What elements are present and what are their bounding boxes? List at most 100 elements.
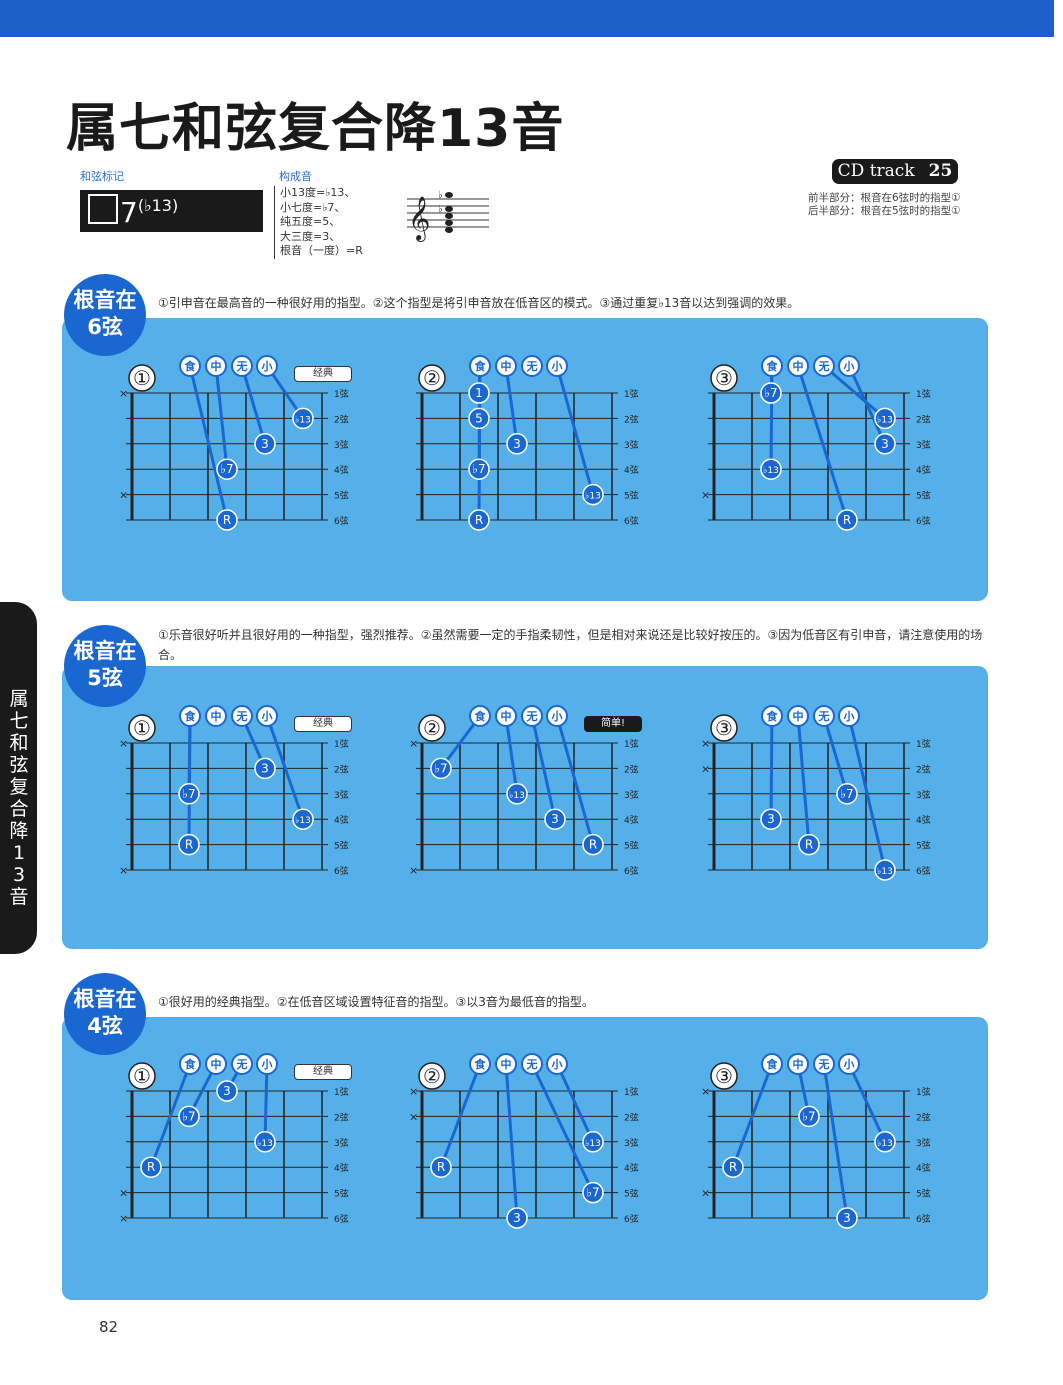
finger-indicator: 无 bbox=[231, 1053, 253, 1075]
finger-indicator: 中 bbox=[205, 355, 227, 377]
note-dot: ♭13 bbox=[582, 483, 604, 506]
finger-connector bbox=[847, 365, 887, 445]
svg-text:R: R bbox=[475, 513, 483, 527]
chord-diagram: ③ 1弦 2弦 3弦 4弦 5弦 6弦 × × 食中 无小 ♭7 3 R ♭13 bbox=[694, 680, 964, 890]
string-label: 1弦 bbox=[334, 1086, 349, 1098]
diagram-number: ① bbox=[128, 364, 156, 392]
finger-indicator: 小 bbox=[546, 1053, 568, 1075]
svg-text:中: 中 bbox=[211, 359, 222, 373]
svg-text:R: R bbox=[589, 838, 597, 852]
finger-indicator: 小 bbox=[546, 705, 568, 727]
string-label: 6弦 bbox=[916, 1213, 931, 1225]
string-label: 1弦 bbox=[334, 388, 349, 400]
mute-mark: × bbox=[119, 737, 128, 750]
svg-text:♭7: ♭7 bbox=[182, 787, 195, 801]
badge-line: 根音在 bbox=[73, 639, 137, 663]
note-dot: R bbox=[582, 833, 604, 856]
svg-text:5: 5 bbox=[475, 411, 483, 425]
string-label: 5弦 bbox=[916, 490, 931, 502]
string-label: 1弦 bbox=[334, 738, 349, 750]
finger-connector bbox=[214, 365, 229, 470]
svg-text:食: 食 bbox=[475, 709, 487, 723]
finger-connector bbox=[555, 365, 595, 496]
string-label: 4弦 bbox=[916, 464, 931, 476]
svg-text:中: 中 bbox=[501, 1057, 512, 1071]
tone-item: 小13度=♭13、 bbox=[280, 186, 356, 199]
finger-indicator: 中 bbox=[205, 1053, 227, 1075]
chord-diagram: ① 1弦 2弦 3弦 4弦 5弦 6弦 × × 食中 无小 3 ♭7 ♭13 R 经典 bbox=[112, 680, 382, 890]
note-dot: 3 bbox=[254, 757, 276, 780]
note-dot: 3 bbox=[544, 808, 566, 830]
mute-mark: × bbox=[701, 737, 710, 750]
mute-mark: × bbox=[409, 1110, 418, 1123]
svg-text:无: 无 bbox=[236, 360, 248, 373]
note-dot: ♭7 bbox=[582, 1181, 604, 1204]
finger-indicator: 小 bbox=[546, 355, 568, 377]
svg-text:♭: ♭ bbox=[438, 204, 443, 215]
svg-text:1: 1 bbox=[475, 386, 483, 400]
svg-text:♭7: ♭7 bbox=[840, 787, 853, 801]
note-dot: 3 bbox=[506, 1207, 528, 1229]
note-dot: 3 bbox=[506, 433, 528, 455]
finger-connector bbox=[263, 1063, 269, 1142]
finger-connector bbox=[769, 365, 774, 470]
svg-text:中: 中 bbox=[501, 359, 512, 373]
page-title: 属七和弦复合降13音 bbox=[66, 99, 565, 159]
mute-mark: × bbox=[701, 762, 710, 775]
cd-note-line: 前半部分：根音在6弦时的指型① bbox=[808, 192, 961, 204]
svg-text:①: ① bbox=[133, 716, 151, 740]
tone-item: 大三度=3、 bbox=[280, 229, 341, 243]
section-description: ①很好用的经典指型。②在低音区域设置特征音的指型。③以3音为最低音的指型。 bbox=[158, 995, 594, 1009]
note-dot: ♭13 bbox=[292, 407, 314, 430]
string-label: 1弦 bbox=[916, 388, 931, 400]
note-dot: ♭7 bbox=[468, 458, 490, 480]
note-dot: R bbox=[430, 1156, 452, 1178]
svg-text:小: 小 bbox=[551, 359, 563, 373]
diagram-number: ① bbox=[128, 1062, 156, 1090]
section-description: ①乐音很好听并且很好用的一种指型，强烈推荐。②虽然需要一定的手指柔韧性，但是相对… bbox=[158, 628, 983, 662]
svg-text:无: 无 bbox=[818, 710, 830, 723]
diagram-number: ② bbox=[418, 1062, 446, 1090]
svg-text:中: 中 bbox=[211, 1057, 222, 1071]
string-label: 2弦 bbox=[624, 1111, 639, 1123]
svg-text:②: ② bbox=[423, 366, 441, 390]
svg-text:♭13: ♭13 bbox=[257, 1139, 273, 1149]
chord-symbol: 7(♭13) bbox=[88, 194, 178, 229]
string-label: 6弦 bbox=[334, 515, 349, 527]
music-staff-notation: 𝄞 ♭ ♭ bbox=[407, 190, 489, 242]
string-label: 6弦 bbox=[916, 865, 931, 877]
finger-indicator: 食 bbox=[469, 355, 491, 377]
string-label: 3弦 bbox=[624, 1137, 639, 1149]
finger-indicator: 食 bbox=[469, 1053, 491, 1075]
string-label: 6弦 bbox=[334, 865, 349, 877]
fretboard-svg: ② 1弦 2弦 3弦 4弦 5弦 6弦 × × 食中 无小 ♭13 R ♭7 3 bbox=[409, 1053, 639, 1229]
diagram-number: ③ bbox=[710, 714, 738, 742]
note-dot: ♭13 bbox=[254, 1131, 276, 1153]
svg-text:③: ③ bbox=[715, 1064, 733, 1088]
string-label: 1弦 bbox=[916, 738, 931, 750]
svg-text:R: R bbox=[185, 838, 193, 852]
note-dot: 3 bbox=[216, 1080, 238, 1102]
svg-text:♭7: ♭7 bbox=[182, 1109, 195, 1123]
note-dot: ♭13 bbox=[506, 783, 528, 805]
string-label: 4弦 bbox=[916, 814, 931, 826]
string-label: 6弦 bbox=[624, 865, 639, 877]
string-label: 4弦 bbox=[916, 1162, 931, 1174]
svg-text:无: 无 bbox=[818, 360, 830, 373]
mute-mark: × bbox=[701, 489, 710, 502]
string-label: 2弦 bbox=[334, 413, 349, 425]
string-label: 1弦 bbox=[624, 388, 639, 400]
svg-text:食: 食 bbox=[767, 709, 779, 723]
string-label: 5弦 bbox=[334, 840, 349, 852]
finger-indicator: 无 bbox=[813, 1053, 835, 1075]
cd-notes: 前半部分：根音在6弦时的指型① 后半部分：根音在5弦时的指型① bbox=[808, 192, 961, 218]
diagram-number: ① bbox=[128, 714, 156, 742]
fretboard-svg: ① 1弦 2弦 3弦 4弦 5弦 6弦 × × 食中 无小 ♭13 3 ♭7 R bbox=[119, 355, 349, 531]
svg-text:无: 无 bbox=[526, 1058, 538, 1071]
string-label: 3弦 bbox=[916, 439, 931, 451]
mute-mark: × bbox=[119, 864, 128, 877]
finger-connector bbox=[504, 1063, 519, 1219]
svg-text:♭7: ♭7 bbox=[802, 1109, 815, 1123]
svg-text:①: ① bbox=[133, 366, 151, 390]
svg-text:食: 食 bbox=[185, 359, 197, 373]
